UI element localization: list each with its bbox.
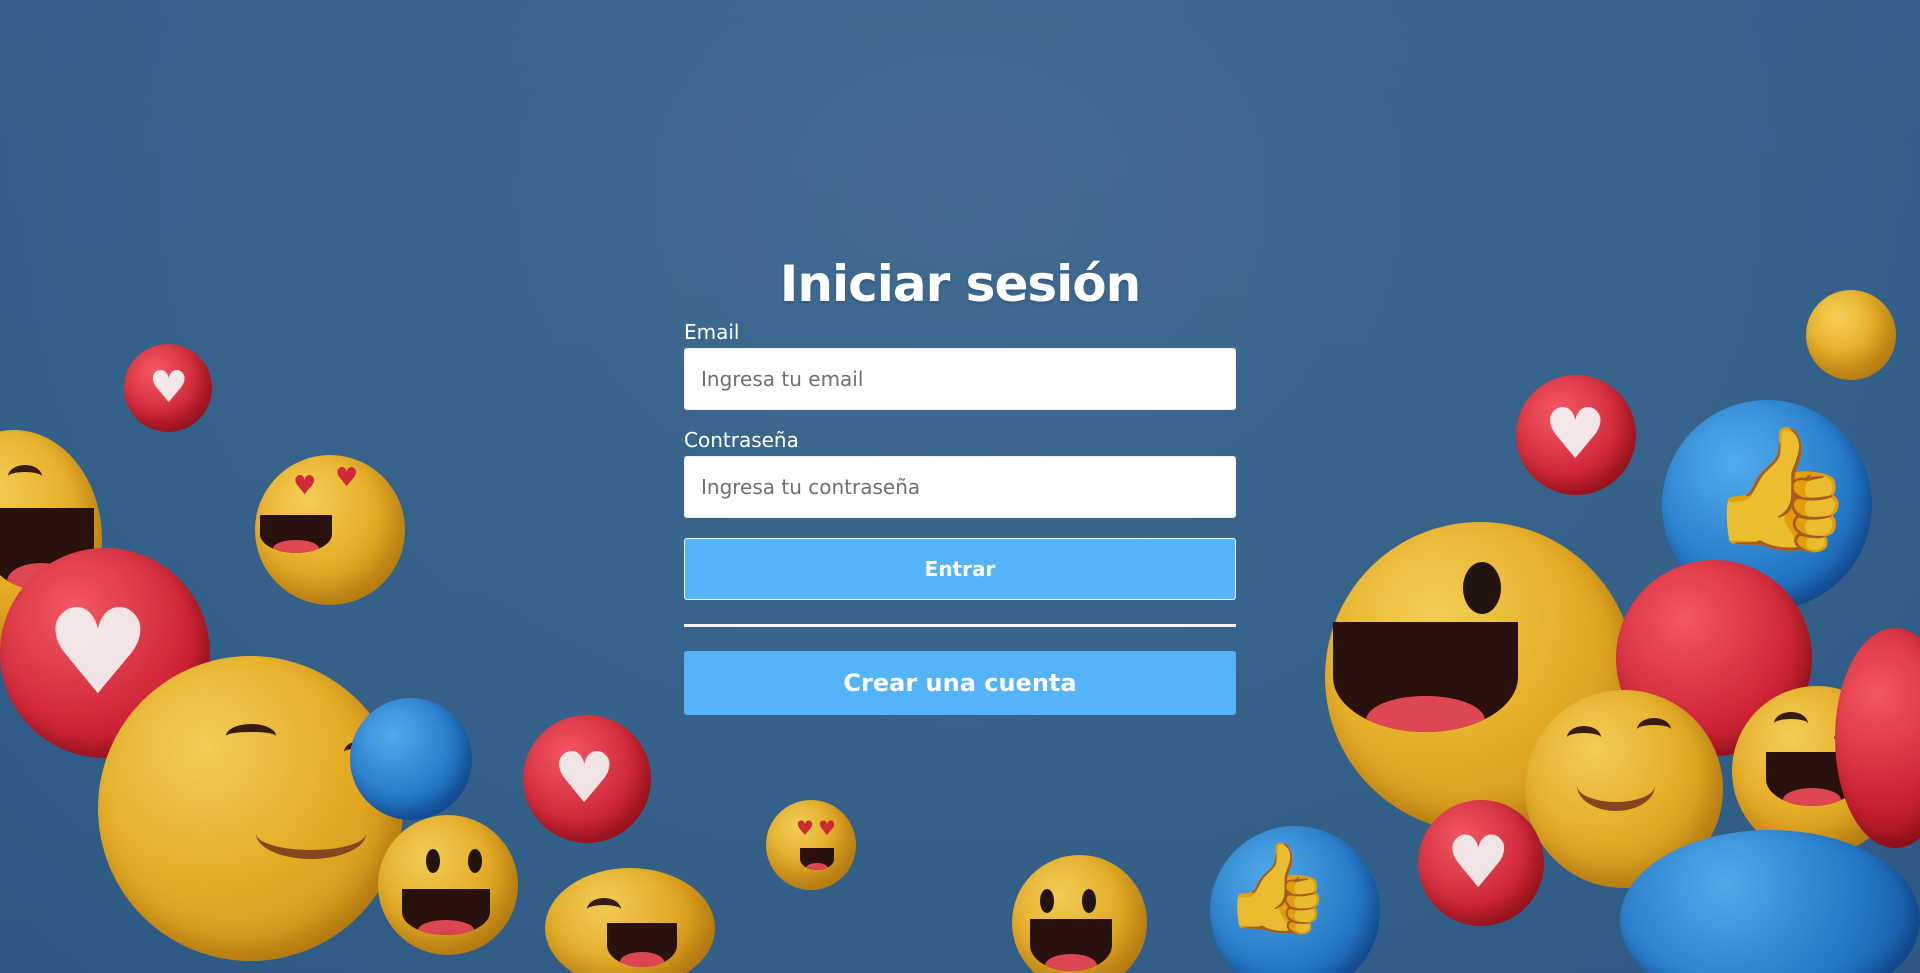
password-field[interactable] — [684, 456, 1236, 518]
smile-icon — [256, 808, 366, 859]
eye-icon — [1774, 712, 1808, 735]
heart-icon: ♥ — [553, 737, 616, 819]
heart-icon: ♥ — [1544, 393, 1607, 475]
eye-icon — [1040, 889, 1054, 913]
mouth-icon — [1333, 622, 1518, 732]
heart-icon: ♥ — [293, 471, 317, 501]
eye-icon — [1637, 718, 1671, 741]
heart-icon: ♥ — [818, 816, 836, 840]
password-label: Contraseña — [684, 428, 799, 452]
eye-icon — [468, 849, 482, 873]
eye-icon — [226, 724, 276, 748]
login-page: ♥ ♥ ♥ ♥ ♥ ♥ ♥ 👍 ♥ 👍 ♥ Iniciar sesión Ema… — [0, 0, 1920, 973]
eye-icon — [426, 849, 440, 873]
thumbs-up-bubble-icon — [350, 698, 472, 820]
create-account-button[interactable]: Crear una cuenta — [684, 651, 1236, 715]
heart-icon: ♥ — [796, 816, 814, 840]
eye-icon — [1463, 562, 1501, 614]
mouth-icon — [402, 889, 490, 935]
heart-icon: ♥ — [335, 463, 359, 493]
mouth-icon — [607, 923, 677, 967]
grinning-emoji-icon — [1012, 855, 1147, 973]
smile-icon — [1577, 760, 1655, 811]
email-label: Email — [684, 320, 740, 344]
form-spacer — [684, 518, 1236, 538]
heart-icon: ♥ — [149, 362, 189, 413]
form-spacer — [684, 410, 1236, 424]
heart-bubble-icon: ♥ — [1516, 375, 1636, 495]
grinning-emoji-icon — [545, 868, 715, 973]
heart-bubble-icon: ♥ — [1418, 800, 1544, 926]
smiling-emoji-icon — [98, 656, 403, 961]
divider — [684, 624, 1236, 627]
heart-bubble-icon: ♥ — [523, 715, 651, 843]
eye-icon — [1567, 726, 1601, 749]
mouth-icon — [800, 848, 834, 870]
eye-icon — [1082, 889, 1096, 913]
login-form: Iniciar sesión Email Contraseña Entrar C… — [684, 252, 1236, 715]
heart-eyes-emoji-icon: ♥ ♥ — [766, 800, 856, 890]
email-field[interactable] — [684, 348, 1236, 410]
laughing-emoji-icon — [378, 815, 518, 955]
heart-bubble-icon: ♥ — [124, 344, 212, 432]
heart-eyes-emoji-icon: ♥ ♥ — [255, 455, 405, 605]
thumbs-up-bubble-icon: 👍 — [1210, 826, 1380, 973]
page-title: Iniciar sesión — [779, 255, 1141, 313]
eye-icon — [587, 898, 621, 921]
heart-icon: ♥ — [1446, 820, 1511, 904]
orange-bubble-icon — [1806, 290, 1896, 380]
thumbs-up-icon: 👍 — [1222, 836, 1332, 939]
eye-icon — [8, 465, 42, 488]
thumbs-up-icon: 👍 — [1706, 420, 1856, 559]
heart-icon: ♥ — [45, 583, 151, 721]
submit-button[interactable]: Entrar — [684, 538, 1236, 600]
mouth-icon — [260, 515, 332, 553]
mouth-icon — [1030, 919, 1112, 971]
